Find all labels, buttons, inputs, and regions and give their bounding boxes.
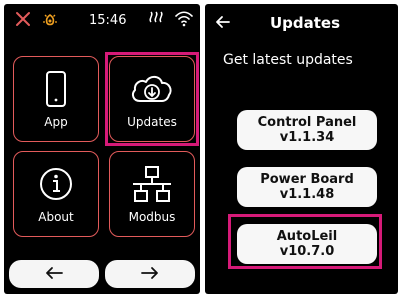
tile-app-label: App: [44, 115, 68, 129]
update-power-board-button[interactable]: Power Board v1.1.48: [237, 167, 377, 207]
update-item-name: AutoLeil: [276, 229, 338, 244]
clock: 15:46: [89, 13, 127, 28]
update-control-panel-button[interactable]: Control Panel v1.1.34: [237, 110, 377, 150]
tile-modbus-label: Modbus: [128, 210, 176, 224]
heating-icon: [147, 10, 167, 32]
tile-about-label: About: [38, 210, 74, 224]
update-item-version: v1.1.34: [279, 130, 335, 145]
status-bar: 15:46: [4, 4, 200, 36]
back-button[interactable]: [9, 260, 99, 288]
wifi-icon: [174, 10, 194, 32]
update-item-name: Power Board: [260, 172, 354, 187]
forward-button[interactable]: [105, 260, 195, 288]
phone-icon: [14, 69, 98, 111]
arrow-right-icon: [140, 265, 160, 284]
warning-icon: [40, 10, 60, 34]
home-screen: 15:46 App Updates About Modbus: [4, 4, 200, 294]
tile-modbus[interactable]: Modbus: [109, 151, 195, 237]
close-icon[interactable]: [14, 10, 32, 32]
update-item-version: v1.1.48: [279, 187, 335, 202]
tile-updates[interactable]: Updates: [109, 56, 195, 142]
update-item-name: Control Panel: [257, 115, 357, 130]
tile-about[interactable]: About: [13, 151, 99, 237]
update-item-version: v10.7.0: [279, 244, 335, 259]
tile-app[interactable]: App: [13, 56, 99, 142]
arrow-left-icon: [44, 265, 64, 284]
page-title: Updates: [269, 14, 341, 32]
info-icon: [14, 164, 98, 206]
cloud-download-icon: [110, 69, 194, 111]
back-arrow-icon[interactable]: [215, 14, 231, 33]
tile-updates-label: Updates: [127, 115, 177, 129]
updates-subtitle: Get latest updates: [223, 52, 353, 68]
updates-screen: Updates Get latest updates Control Panel…: [205, 4, 398, 294]
network-icon: [110, 164, 194, 206]
update-autoleil-button[interactable]: AutoLeil v10.7.0: [237, 224, 377, 264]
